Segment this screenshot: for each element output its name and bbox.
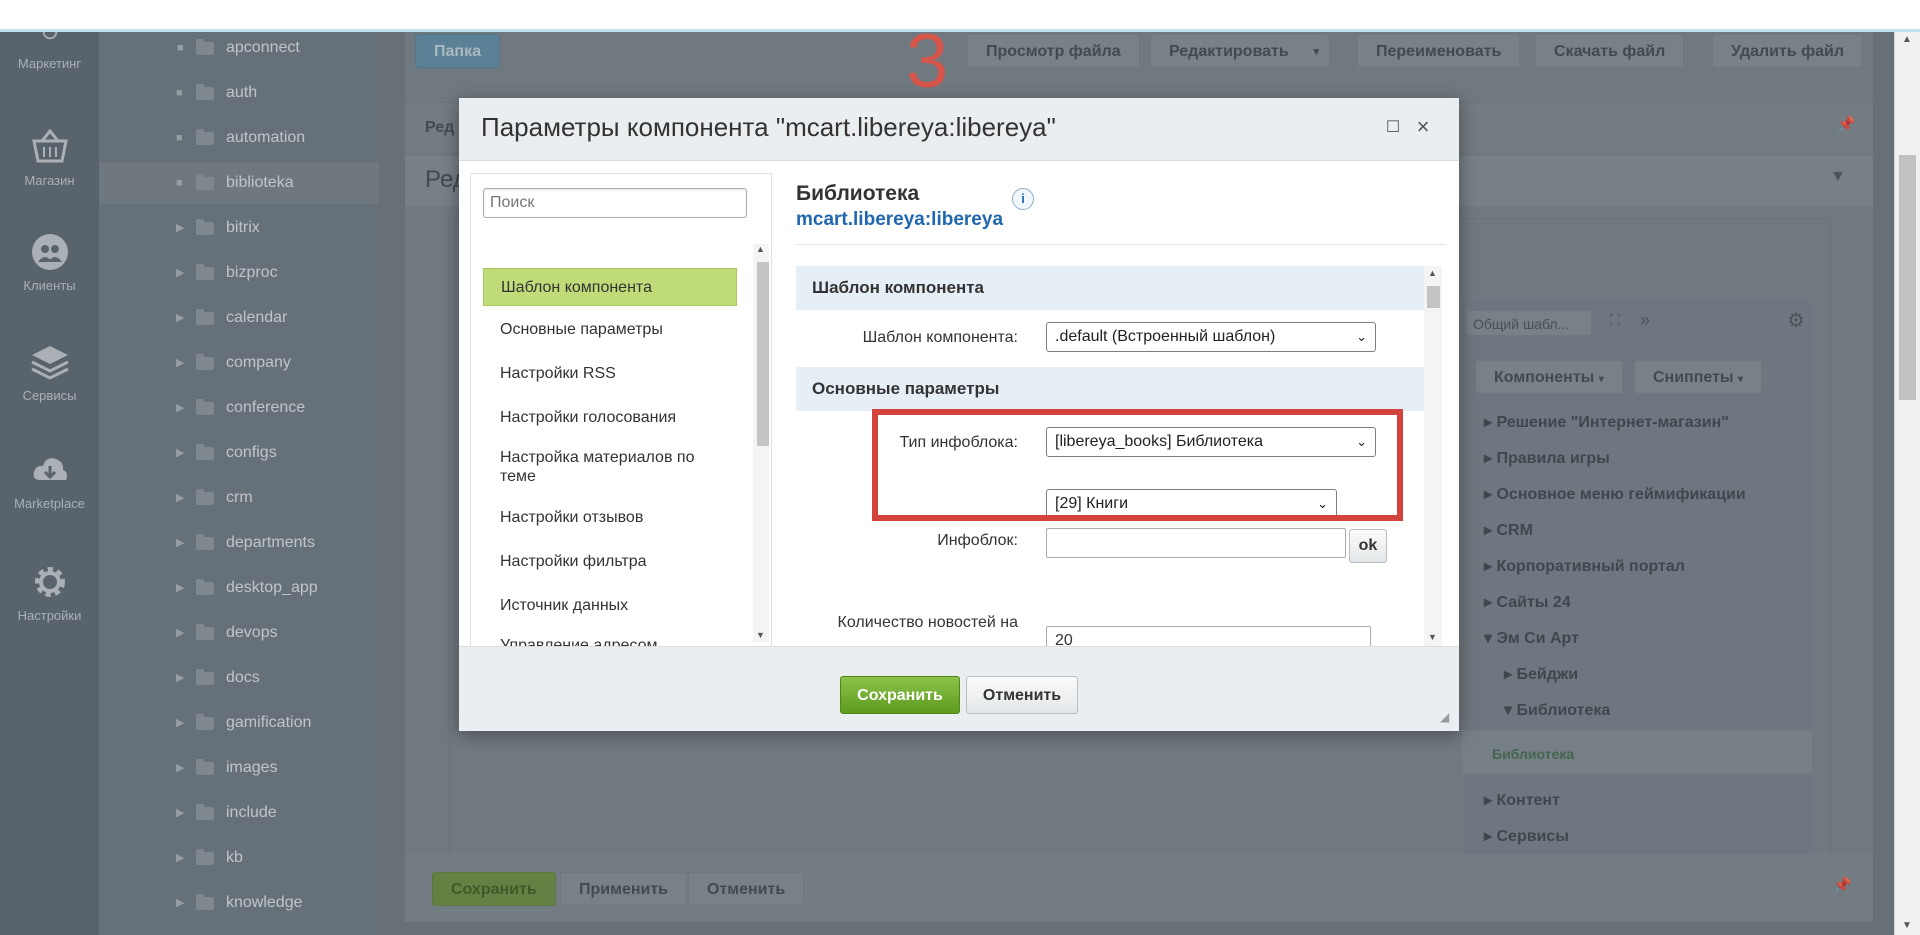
sections-pane: Шаблон компонента Основные параметры Нас… [470, 173, 772, 647]
ok-button[interactable]: ok [1349, 529, 1387, 563]
section-related[interactable]: Настройка материалов по теме [483, 448, 737, 492]
section-rss[interactable]: Настройки RSS [483, 360, 737, 388]
chevron-down-icon: ⌄ [1356, 329, 1367, 344]
section-main[interactable]: Основные параметры [483, 316, 737, 344]
divider [796, 244, 1446, 245]
section-template[interactable]: Шаблон компонента [483, 268, 737, 306]
save-button[interactable]: Сохранить [840, 676, 960, 714]
group-main: Основные параметры [796, 367, 1424, 411]
section-address[interactable]: Управление адресом [483, 632, 737, 646]
news-count-input[interactable]: 20 [1046, 626, 1371, 646]
params-scrollbar[interactable]: ▲ ▼ [1424, 266, 1442, 646]
dialog-title: Параметры компонента "mcart.libereya:lib… [481, 112, 1056, 142]
news-count-label: Количество новостей на [837, 614, 1018, 631]
sections-scrollbar-thumb[interactable] [757, 262, 769, 446]
dialog-header[interactable]: Параметры компонента "mcart.libereya:lib… [459, 98, 1459, 161]
section-voting[interactable]: Настройки голосования [483, 404, 737, 432]
info-icon[interactable]: i [1012, 188, 1034, 210]
annotation-number: 3 [906, 19, 949, 104]
close-icon[interactable]: × [1410, 114, 1436, 140]
top-bar [0, 0, 1920, 32]
component-title: Библиотека [796, 182, 920, 205]
page-scrollbar-thumb[interactable] [1899, 155, 1916, 400]
component-params-dialog: Параметры компонента "mcart.libereya:lib… [459, 98, 1459, 731]
section-reviews[interactable]: Настройки отзывов [483, 504, 737, 532]
cancel-button[interactable]: Отменить [966, 676, 1078, 714]
component-code: mcart.libereya:libereya [796, 209, 1004, 230]
group-template: Шаблон компонента [796, 266, 1424, 310]
iblock-input[interactable] [1046, 528, 1346, 558]
section-datasource[interactable]: Источник данных [483, 592, 737, 620]
maximize-icon[interactable]: ☐ [1381, 116, 1405, 140]
template-select[interactable]: .default (Встроенный шаблон) ⌄ [1046, 322, 1376, 352]
highlight-frame [872, 409, 1403, 521]
search-input[interactable] [483, 188, 747, 218]
resize-grip-icon[interactable]: ◢ [1440, 710, 1454, 724]
params-scrollbar-thumb[interactable] [1427, 286, 1440, 308]
iblock-label: Инфоблок: [937, 532, 1018, 549]
section-filter[interactable]: Настройки фильтра [483, 548, 737, 576]
template-label: Шаблон компонента: [862, 329, 1018, 346]
